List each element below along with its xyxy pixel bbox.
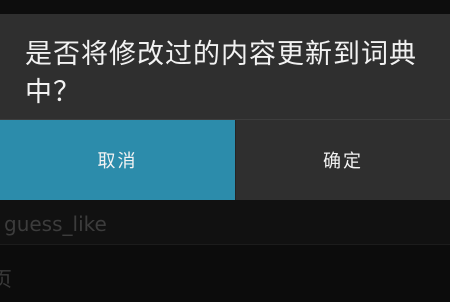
ok-button[interactable]: 确定 (236, 120, 450, 200)
cancel-button[interactable]: 取消 (0, 120, 235, 200)
background-row-label: guess_like (4, 212, 107, 236)
confirm-dialog: 是否将修改过的内容更新到词典中？ 取消 确定 (0, 14, 450, 200)
background-list-row[interactable]: 页 (0, 245, 450, 302)
background-row-label: 页 (0, 267, 12, 291)
app-screen: guess_like 页 是否将修改过的内容更新到词典中？ 取消 确定 (0, 0, 450, 302)
background-list-row[interactable]: guess_like (0, 200, 450, 245)
dialog-message: 是否将修改过的内容更新到词典中？ (25, 39, 417, 108)
